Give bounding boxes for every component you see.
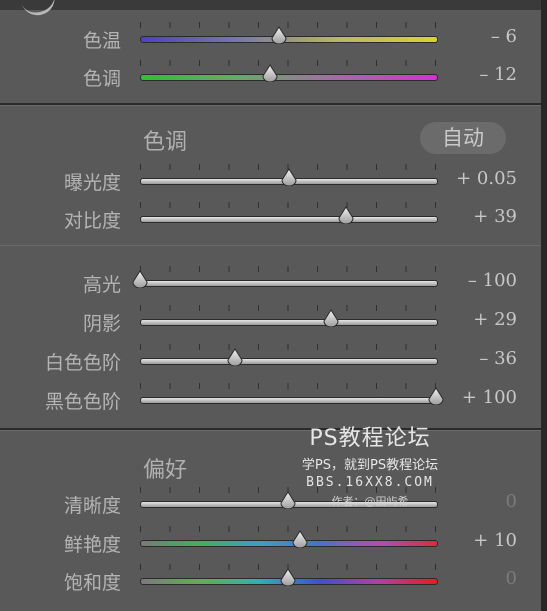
slider-thumb-clarity[interactable] [279, 491, 297, 509]
slider-value-tint[interactable]: – 12 [455, 64, 517, 85]
slider-row-highlights: 高光 – 100 [0, 264, 541, 300]
slider-value-whites[interactable]: – 36 [455, 348, 517, 369]
slider-thumb-saturation[interactable] [279, 568, 297, 586]
slider-row-exposure: 曝光度 + 0.05 [0, 162, 541, 198]
curve-icon [18, 0, 60, 20]
section-divider [0, 428, 541, 431]
slider-track-highlights[interactable] [132, 266, 438, 288]
slider-label-saturation: 饱和度 [63, 572, 121, 594]
slider-track-blacks[interactable] [140, 383, 444, 405]
slider-label-blacks: 黑色色阶 [44, 391, 121, 413]
slider-thumb-tint[interactable] [261, 64, 279, 82]
slider-value-highlights[interactable]: – 100 [455, 270, 517, 291]
slider-value-contrast[interactable]: + 39 [455, 206, 517, 227]
slider-value-temp[interactable]: – 6 [455, 26, 517, 47]
slider-label-exposure: 曝光度 [63, 172, 121, 194]
slider-label-tint: 色调 [82, 68, 121, 90]
slider-row-temp: 色温 – 6 [0, 20, 541, 56]
section-divider [0, 103, 541, 106]
slider-row-saturation: 饱和度 0 [0, 562, 541, 598]
slider-label-clarity: 清晰度 [63, 495, 121, 517]
presence-section-title: 偏好 [143, 458, 188, 483]
slider-row-vibrance: 鲜艳度 + 10 [0, 524, 541, 560]
slider-label-contrast: 对比度 [63, 210, 121, 232]
slider-thumb-exposure[interactable] [280, 168, 298, 186]
slider-row-whites: 白色色阶 – 36 [0, 342, 541, 378]
slider-thumb-shadows[interactable] [322, 309, 340, 327]
tone-section-title: 色调 [143, 130, 188, 155]
slider-label-highlights: 高光 [82, 274, 121, 296]
slider-row-clarity: 清晰度 0 [0, 485, 541, 521]
slider-track-whites[interactable] [140, 344, 438, 366]
slider-track-saturation[interactable] [140, 564, 438, 586]
slider-value-shadows[interactable]: + 29 [455, 309, 517, 330]
slider-value-blacks[interactable]: + 100 [455, 387, 517, 408]
slider-value-exposure[interactable]: + 0.05 [455, 168, 517, 189]
slider-row-contrast: 对比度 + 39 [0, 200, 541, 236]
slider-track-exposure[interactable] [140, 164, 438, 186]
develop-panel: 色温 – 6 色调 – 12 色调 自动 曝光度 + 0.05 对比度 + 39… [0, 0, 547, 611]
slider-track-shadows[interactable] [140, 305, 438, 327]
slider-label-vibrance: 鲜艳度 [63, 534, 121, 556]
slider-track-contrast[interactable] [140, 202, 438, 224]
slider-thumb-whites[interactable] [226, 348, 244, 366]
auto-tone-button[interactable]: 自动 [420, 122, 506, 154]
slider-row-blacks: 黑色色阶 + 100 [0, 381, 541, 417]
slider-value-vibrance[interactable]: + 10 [455, 530, 517, 551]
slider-thumb-temp[interactable] [270, 26, 288, 44]
slider-value-saturation[interactable]: 0 [455, 568, 517, 589]
slider-thumb-blacks[interactable] [427, 387, 445, 405]
panel-top-bar [0, 0, 547, 20]
slider-label-whites: 白色色阶 [44, 352, 121, 374]
slider-track-temp[interactable] [140, 22, 438, 44]
slider-row-tint: 色调 – 12 [0, 58, 541, 94]
slider-label-temp: 色温 [82, 30, 121, 52]
group-separator [0, 245, 541, 246]
watermark-subtitle: 学PS，就到PS教程论坛 [301, 458, 439, 473]
slider-label-shadows: 阴影 [82, 313, 121, 335]
slider-thumb-contrast[interactable] [337, 206, 355, 224]
slider-row-shadows: 阴影 + 29 [0, 303, 541, 339]
slider-thumb-vibrance[interactable] [291, 530, 309, 548]
slider-track-vibrance[interactable] [140, 526, 438, 548]
slider-track-tint[interactable] [140, 60, 438, 82]
slider-thumb-highlights[interactable] [131, 270, 149, 288]
slider-track-clarity[interactable] [140, 487, 438, 509]
watermark-title: PS教程论坛 [309, 426, 431, 451]
panel-right-edge [541, 0, 547, 611]
slider-value-clarity[interactable]: 0 [455, 491, 517, 512]
